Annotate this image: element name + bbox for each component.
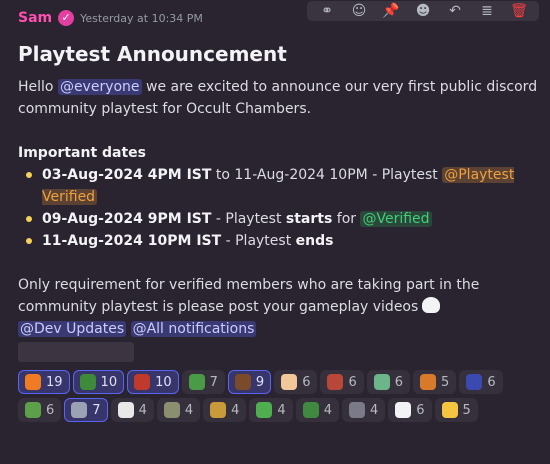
requirement-paragraph: Only requirement for verified members wh… (18, 274, 538, 318)
date-2-text: - Playtest (211, 211, 286, 227)
reaction-count: 19 (46, 374, 63, 390)
reaction-button[interactable]: 6 (366, 370, 411, 394)
reaction-count: 5 (441, 374, 450, 390)
timestamp: Yesterday at 10:34 PM (80, 11, 203, 25)
reaction-button[interactable]: 7 (64, 398, 108, 422)
reaction-count: 7 (92, 402, 101, 418)
author-name[interactable]: Sam (18, 10, 52, 26)
reply-icon[interactable]: ↶ (439, 3, 471, 19)
skull-emoji (117, 402, 134, 418)
add-reaction-icon[interactable]: ☺ (343, 3, 375, 19)
reaction-button[interactable]: 7 (181, 370, 225, 394)
reaction-count: 4 (231, 402, 240, 418)
date-1-bold: 03-Aug-2024 4PM IST (42, 167, 212, 183)
reaction-count: 10 (100, 374, 118, 390)
pixel-emoji (420, 374, 437, 390)
date-3-bold2: ends (295, 233, 334, 249)
reaction-button[interactable]: 4 (110, 398, 154, 422)
reaction-button[interactable]: 6 (459, 370, 503, 394)
date-1-text: to 11-Aug-2024 10PM - Playtest (211, 167, 443, 183)
emoji-icon[interactable]: ☻ (407, 3, 439, 19)
reaction-button[interactable]: 4 (295, 398, 339, 422)
reaction-button[interactable]: 6 (274, 370, 318, 394)
chest-emoji (210, 402, 227, 418)
reaction-count: 4 (369, 402, 379, 418)
reaction-count: 6 (302, 374, 311, 390)
link-icon[interactable]: ⚭ (311, 3, 343, 19)
portrait-emoji (234, 374, 251, 390)
date-item-2: 09-Aug-2024 9PM IST - Playtest starts fo… (18, 208, 538, 230)
reaction-button[interactable]: 6 (320, 370, 364, 394)
everyone-mention[interactable]: @everyone (57, 79, 142, 95)
star-emoji (441, 402, 458, 418)
all-notifications-mention[interactable]: @All notifications (130, 321, 257, 337)
reaction-count: 10 (155, 374, 172, 390)
frog-emoji (79, 374, 96, 390)
reaction-button[interactable]: 4 (341, 398, 386, 422)
fire-emoji (25, 374, 41, 390)
reaction-button[interactable]: 6 (18, 398, 62, 422)
date-2-bold: 09-Aug-2024 9PM IST (42, 211, 212, 227)
reaction-button[interactable]: 4 (156, 398, 201, 422)
spoiler-block[interactable] (18, 342, 134, 362)
brick-emoji (327, 374, 344, 390)
reaction-button[interactable]: 9 (227, 370, 272, 394)
pin-icon[interactable]: 📌 (375, 3, 407, 19)
dev-updates-mention[interactable]: @Dev Updates (18, 321, 127, 337)
reaction-count: 7 (209, 374, 218, 390)
reaction-button[interactable]: 10 (72, 370, 125, 394)
delete-icon[interactable]: 🗑 (503, 3, 535, 19)
reaction-button[interactable]: 10 (127, 370, 179, 394)
reaction-button[interactable]: 5 (434, 398, 478, 422)
reaction-count: 6 (348, 374, 357, 390)
role-mentions: @Dev Updates @All notifications (18, 318, 538, 340)
requirement-text: Only requirement for verified members wh… (18, 277, 480, 315)
date-2-bold2: starts (285, 211, 333, 227)
reactions-bar: 19 10 10 7 9 6 6 6 5 6 6 7 4 4 4 4 4 4 6 5 (18, 370, 528, 422)
frog4-emoji (256, 402, 273, 418)
date-2-text2: for (332, 211, 361, 227)
reaction-button[interactable]: 5 (413, 370, 457, 394)
reaction-count: 4 (138, 402, 147, 418)
ghost-emoji (373, 374, 390, 390)
reaction-count: 6 (394, 374, 404, 390)
announcement-title: Playtest Announcement (18, 42, 287, 66)
date-item-1: 03-Aug-2024 4PM IST to 11-Aug-2024 10PM … (18, 164, 538, 208)
intro-paragraph: Hello @everyone we are excited to announ… (18, 76, 538, 120)
castle-emoji (348, 402, 365, 418)
threads-icon[interactable]: ≣ (471, 3, 503, 19)
reaction-button[interactable]: 4 (203, 398, 247, 422)
reaction-count: 4 (323, 402, 332, 418)
intro-text-pre: Hello (18, 79, 58, 95)
wizard-emoji (466, 374, 483, 390)
message: Sam ✓ Yesterday at 10:34 PM ⚭ ☺ 📌 ☻ ↶ ≣ 🗑 Play… (0, 0, 550, 464)
nitro-badge-icon: ✓ (58, 10, 75, 26)
goblin-emoji (134, 374, 151, 390)
date-3-bold: 11-Aug-2024 10PM IST (42, 233, 222, 249)
ghost-emoji-icon (422, 297, 441, 313)
reaction-count: 4 (277, 402, 286, 418)
reaction-count: 4 (184, 402, 194, 418)
reaction-button[interactable]: 6 (388, 398, 432, 422)
date-item-3: 11-Aug-2024 10PM IST - Playtest ends (18, 230, 538, 252)
reaction-count: 9 (255, 374, 265, 390)
date-3-text: - Playtest (221, 233, 296, 249)
tree-emoji (302, 402, 319, 418)
reaction-count: 6 (416, 402, 425, 418)
reaction-button[interactable]: 19 (18, 370, 70, 394)
cat-emoji (281, 374, 298, 390)
frog2-emoji (188, 374, 205, 390)
message-toolbar: ⚭ ☺ 📌 ☻ ↶ ≣ 🗑 (306, 0, 540, 22)
frog3-emoji (25, 402, 41, 418)
reaction-count: 6 (487, 374, 496, 390)
reaction-count: 6 (46, 402, 55, 418)
eyes-emoji (395, 402, 412, 418)
important-heading: Important dates (18, 145, 147, 161)
knight-emoji (71, 402, 88, 418)
warrior-emoji (163, 402, 180, 418)
reaction-count: 5 (462, 402, 471, 418)
reaction-button[interactable]: 4 (249, 398, 293, 422)
verified-mention[interactable]: @Verified (360, 211, 432, 227)
